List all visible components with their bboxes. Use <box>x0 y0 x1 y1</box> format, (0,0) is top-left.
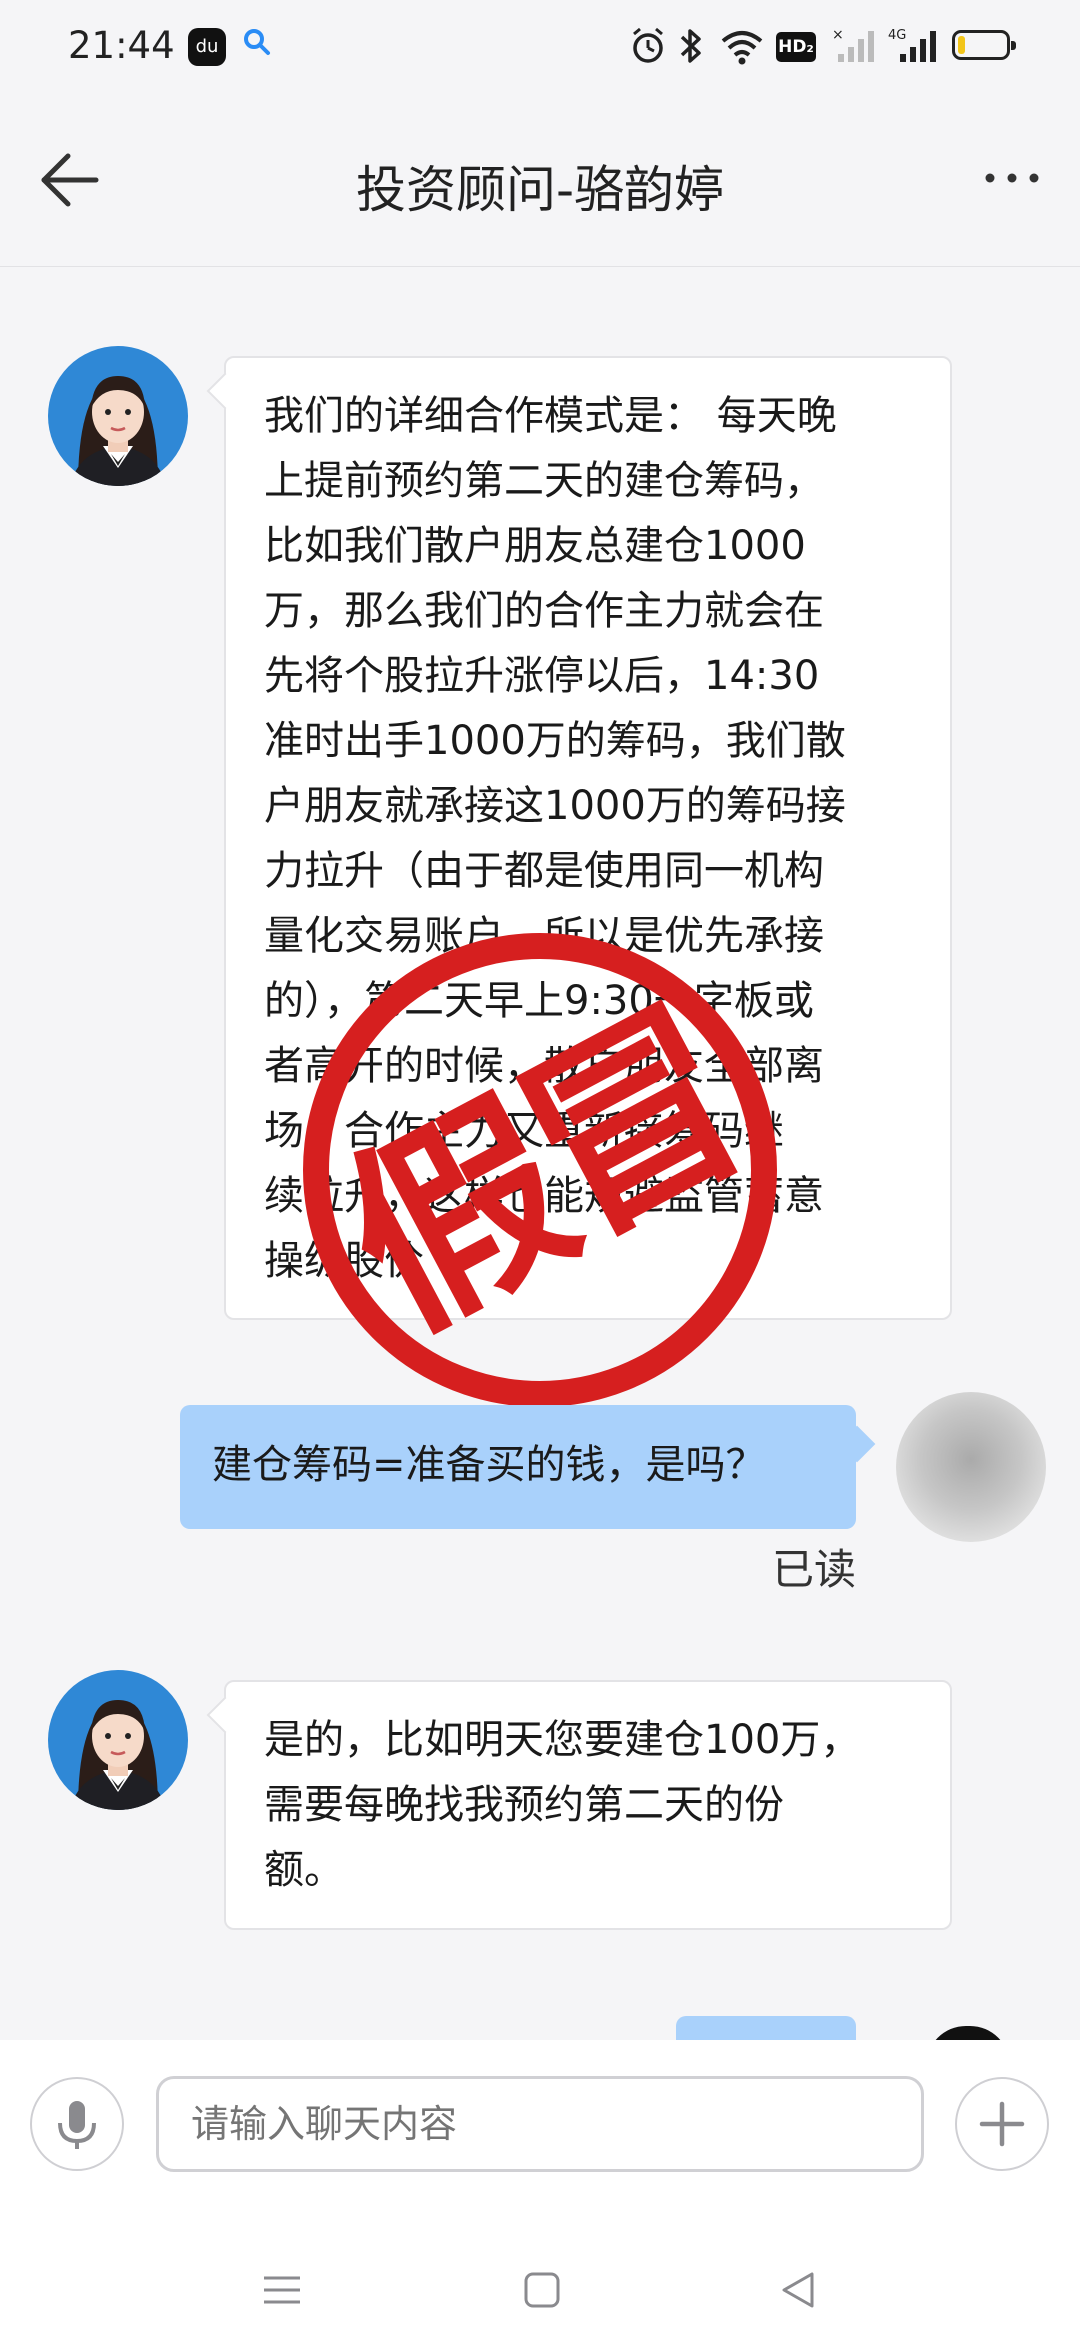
du-app-icon: du <box>188 28 226 66</box>
outgoing-message-text: 建仓筹码=准备买的钱，是吗？ <box>212 1442 766 1488</box>
message-line: 是的，比如明天您要建仓100万， <box>264 1717 861 1763</box>
signal-icon: × <box>832 26 876 70</box>
message-line: 准时出手1000万的筹码，我们散 <box>264 718 846 764</box>
status-bar: 21:44 du HD₂ × 4G <box>0 0 1080 96</box>
battery-fill <box>958 36 965 54</box>
message-line: 先将个股拉升涨停以后，14:30 <box>264 653 820 699</box>
user-avatar[interactable] <box>896 1392 1046 1542</box>
status-time: 21:44 <box>68 24 175 67</box>
advisor-avatar[interactable] <box>48 1670 188 1810</box>
chat-header: 投资顾问-骆韵婷 <box>0 96 1080 267</box>
message-composer <box>0 2040 1080 2340</box>
message-line: 万，那么我们的合作主力就会在 <box>264 588 824 634</box>
search-icon <box>242 26 272 66</box>
plus-icon[interactable] <box>955 2077 1049 2171</box>
chat-input[interactable] <box>156 2076 924 2172</box>
battery-icon <box>952 30 1016 60</box>
outgoing-message-bubble[interactable]: 建仓筹码=准备买的钱，是吗？ <box>180 1405 856 1529</box>
advisor-avatar[interactable] <box>48 346 188 486</box>
message-line: 我们的详细合作模式是： 每天晚 <box>264 393 837 439</box>
counterfeit-stamp: 假冒 <box>298 928 782 1412</box>
svg-text:×: × <box>832 27 844 43</box>
wifi-icon <box>720 26 764 70</box>
message-line: 上提前预约第二天的建仓筹码， <box>264 458 824 504</box>
alarm-icon <box>630 26 666 70</box>
incoming-message-bubble[interactable]: 是的，比如明天您要建仓100万， 需要每晚找我预约第二天的份 额。 <box>224 1680 952 1930</box>
message-line: 力拉升（由于都是使用同一机构 <box>264 848 824 894</box>
message-line: 额。 <box>264 1847 344 1893</box>
home-square-icon[interactable] <box>522 2270 562 2314</box>
hd-icon: HD₂ <box>776 32 816 62</box>
more-dots-icon[interactable] <box>980 156 1044 200</box>
signal-4g-icon: 4G <box>888 26 940 70</box>
read-receipt: 已读 <box>772 1545 857 1594</box>
message-line: 比如我们散户朋友总建仓1000 <box>264 523 806 569</box>
message-line: 需要每晚找我预约第二天的份 <box>264 1782 784 1828</box>
back-triangle-icon[interactable] <box>778 2270 818 2314</box>
message-line: 户朋友就承接这1000万的筹码接 <box>264 783 846 829</box>
page-title: 投资顾问-骆韵婷 <box>355 161 725 219</box>
network-label: 4G <box>888 28 906 43</box>
bluetooth-icon <box>678 26 704 70</box>
microphone-icon[interactable] <box>30 2077 124 2171</box>
menu-icon[interactable] <box>262 2270 302 2314</box>
